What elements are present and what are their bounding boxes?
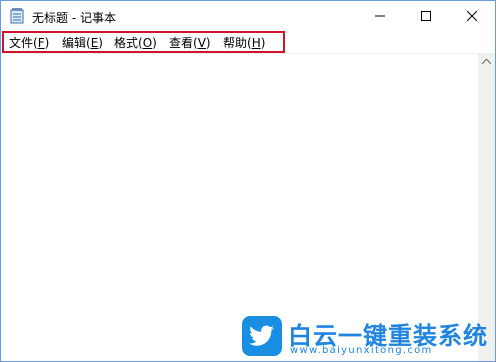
title-bar[interactable]: 无标题 - 记事本 bbox=[1, 1, 495, 31]
notepad-icon bbox=[10, 8, 24, 24]
window-title: 无标题 - 记事本 bbox=[32, 11, 116, 25]
maximize-button[interactable] bbox=[403, 1, 449, 31]
notepad-window: 无标题 - 记事本 文件(F) 编辑(E) 格式(O) 查看(V) 帮助(H) bbox=[0, 0, 496, 362]
menu-bar: 文件(F) 编辑(E) 格式(O) 查看(V) 帮助(H) bbox=[1, 31, 495, 52]
menu-help[interactable]: 帮助(H) bbox=[223, 34, 265, 51]
chevron-up-icon bbox=[482, 59, 491, 64]
menu-view[interactable]: 查看(V) bbox=[169, 34, 211, 51]
close-icon bbox=[467, 11, 477, 21]
maximize-icon bbox=[421, 11, 431, 21]
minimize-icon bbox=[375, 15, 385, 17]
menu-file[interactable]: 文件(F) bbox=[9, 34, 49, 51]
menu-edit[interactable]: 编辑(E) bbox=[62, 34, 103, 51]
watermark-logo bbox=[242, 316, 282, 356]
close-button[interactable] bbox=[449, 1, 495, 31]
twitter-bird-logo bbox=[249, 325, 274, 346]
watermark-url: www.baiyunxitong.com bbox=[290, 345, 433, 356]
vertical-scrollbar[interactable] bbox=[478, 53, 495, 361]
scroll-up-button[interactable] bbox=[478, 53, 495, 70]
minimize-button[interactable] bbox=[357, 1, 403, 31]
menu-format[interactable]: 格式(O) bbox=[114, 34, 157, 51]
